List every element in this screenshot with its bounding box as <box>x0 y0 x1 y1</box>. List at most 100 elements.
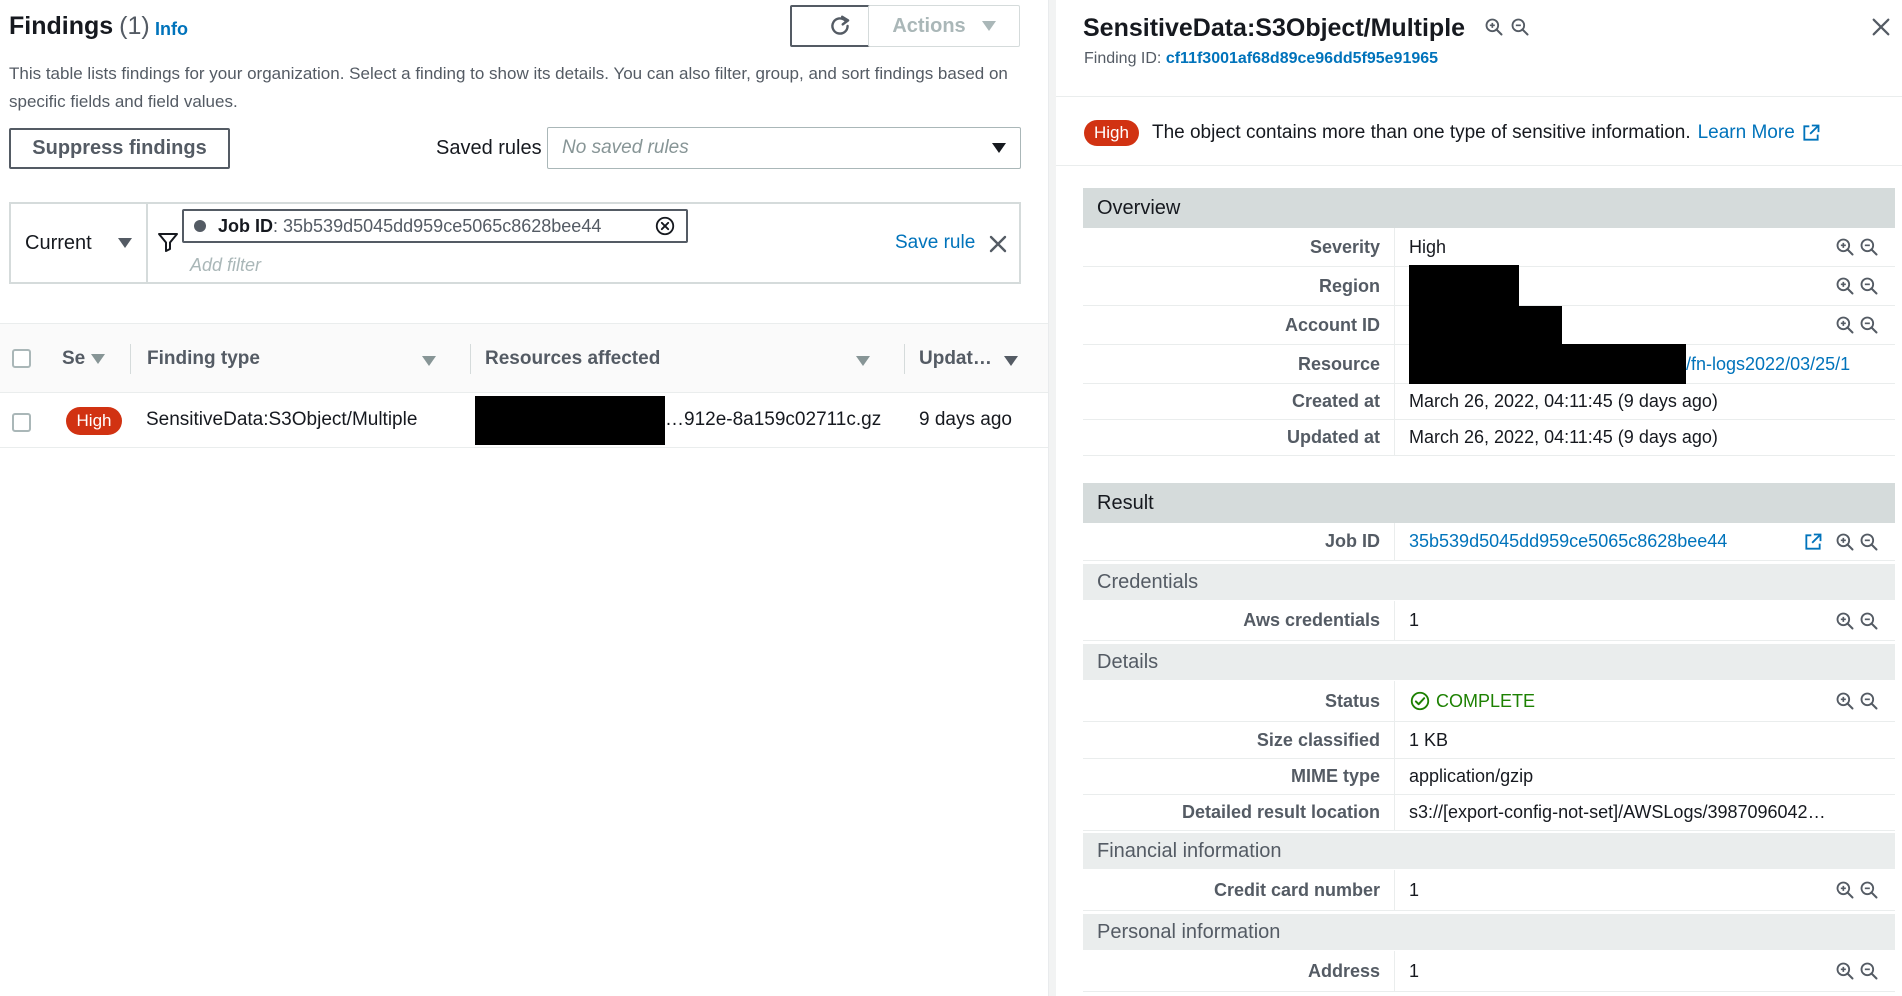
learn-more-link[interactable]: Learn More <box>1698 122 1795 144</box>
page-title: Findings (1) <box>9 12 150 41</box>
result-row-aws-credentials: Aws credentials 1 <box>1083 601 1895 641</box>
column-header-finding-type[interactable]: Finding type <box>147 348 260 370</box>
page-description: This table lists findings for your organ… <box>9 64 1008 111</box>
row-key: Created at <box>1083 384 1395 419</box>
pane-divider[interactable] <box>1048 0 1056 996</box>
column-header-resources[interactable]: Resources affected <box>485 348 660 370</box>
zoom-out-icon[interactable] <box>1859 880 1879 900</box>
info-link[interactable]: Info <box>155 19 188 40</box>
row-key: Severity <box>1083 228 1395 266</box>
resource-link[interactable]: /fn-logs2022/03/25/1 <box>1686 345 1850 383</box>
zoom-out-icon[interactable] <box>1859 532 1879 552</box>
row-value: High <box>1409 236 1447 257</box>
save-rule-link[interactable]: Save rule <box>895 232 975 254</box>
severity-summary: High The object contains more than one t… <box>1084 119 1821 147</box>
zoom-out-icon[interactable] <box>1859 961 1879 981</box>
saved-rules-label: Saved rules <box>436 137 542 159</box>
finding-id-label: Finding ID: <box>1084 50 1162 67</box>
filter-token-job-id[interactable]: Job ID : 35b539d5045dd959ce5065c8628bee4… <box>182 209 688 243</box>
financial-section-header: Financial information <box>1083 833 1895 869</box>
zoom-in-icon[interactable] <box>1484 17 1504 37</box>
suppress-findings-button[interactable]: Suppress findings <box>9 128 230 169</box>
credentials-section-header: Credentials <box>1083 564 1895 600</box>
zoom-out-icon[interactable] <box>1859 237 1879 257</box>
zoom-in-icon[interactable] <box>1835 691 1855 711</box>
actions-dropdown[interactable]: Actions <box>868 5 1020 47</box>
zoom-in-icon[interactable] <box>1835 532 1855 552</box>
column-header-severity-label: Se <box>62 348 86 369</box>
zoom-in-icon[interactable] <box>1835 961 1855 981</box>
row-key: Region <box>1083 267 1395 305</box>
zoom-in-icon[interactable] <box>1835 237 1855 257</box>
column-divider <box>904 344 905 374</box>
row-key: Credit card number <box>1083 870 1395 910</box>
add-filter-input[interactable]: Add filter <box>190 255 261 276</box>
row-value: 1 <box>1409 960 1420 981</box>
details-section-header: Details <box>1083 644 1895 680</box>
row-value: 1 <box>1409 879 1420 900</box>
column-divider <box>470 344 471 374</box>
row-value: March 26, 2022, 04:11:45 (9 days ago) <box>1409 427 1718 447</box>
row-key: Status <box>1083 681 1395 721</box>
zoom-controls <box>1835 315 1879 335</box>
caret-down-icon <box>992 143 1006 153</box>
table-row[interactable]: High SensitiveData:S3Object/Multiple …91… <box>0 393 1048 448</box>
token-dot <box>194 220 206 232</box>
overview-row-created-at: Created at March 26, 2022, 04:11:45 (9 d… <box>1083 384 1895 420</box>
detailed-result-location-text: s3://[export-config-not-set]/AWSLogs/398… <box>1409 802 1826 822</box>
caret-down-icon <box>118 238 132 248</box>
sort-icon[interactable] <box>1004 356 1018 366</box>
row-value: application/gzip <box>1409 766 1534 786</box>
zoom-in-icon[interactable] <box>1835 611 1855 631</box>
sort-icon <box>90 353 105 364</box>
zoom-out-icon[interactable] <box>1859 315 1879 335</box>
row-checkbox[interactable] <box>12 413 31 432</box>
result-row-status: Status COMPLETE <box>1083 681 1895 722</box>
zoom-controls <box>1835 961 1879 981</box>
zoom-out-icon[interactable] <box>1859 276 1879 296</box>
filter-scope-label: Current <box>25 231 92 254</box>
row-key: MIME type <box>1083 759 1395 794</box>
updated-cell: 9 days ago <box>919 409 1012 430</box>
token-value: : 35b539d5045dd959ce5065c8628bee44 <box>273 215 602 236</box>
zoom-out-icon[interactable] <box>1859 691 1879 711</box>
sort-icon[interactable] <box>856 356 870 366</box>
select-all-checkbox[interactable] <box>12 349 31 368</box>
result-row-detailed-result-location: Detailed result location s3://[export-co… <box>1083 795 1895 831</box>
zoom-in-icon[interactable] <box>1835 880 1855 900</box>
overview-row-severity: Severity High <box>1083 228 1895 267</box>
zoom-in-icon[interactable] <box>1835 315 1855 335</box>
zoom-controls <box>1835 691 1879 711</box>
zoom-out-icon[interactable] <box>1510 17 1530 37</box>
saved-rules-select[interactable]: No saved rules <box>547 127 1021 169</box>
row-value: 1 <box>1409 610 1420 630</box>
overview-row-resource: Resource /fn-logs2022/03/25/1 <box>1083 344 1895 384</box>
zoom-controls <box>1835 276 1879 296</box>
job-id-link[interactable]: 35b539d5045dd959ce5065c8628bee44 <box>1409 523 1727 560</box>
column-header-updated[interactable]: Updat… <box>919 348 992 370</box>
close-icon[interactable] <box>986 232 1010 256</box>
zoom-out-icon[interactable] <box>1859 611 1879 631</box>
finding-title: SensitiveData:S3Object/Multiple <box>1083 14 1466 42</box>
remove-token-icon[interactable] <box>654 215 676 237</box>
finding-id: Finding ID: cf11f3001af68d89ce96dd5f95e9… <box>1084 50 1438 68</box>
finding-type-cell[interactable]: SensitiveData:S3Object/Multiple <box>146 409 417 431</box>
close-icon[interactable] <box>1870 16 1892 38</box>
external-link-icon[interactable] <box>1801 123 1821 143</box>
divider <box>1056 96 1902 97</box>
zoom-controls <box>1835 880 1879 900</box>
resource-cell: …912e-8a159c02711c.gz <box>665 409 882 430</box>
filter-input-area[interactable]: Job ID : 35b539d5045dd959ce5065c8628bee4… <box>148 204 1019 282</box>
sort-icon[interactable] <box>422 356 436 366</box>
filter-scope-select[interactable]: Current <box>11 204 148 282</box>
row-key: Job ID <box>1083 523 1395 560</box>
redacted-value <box>1409 306 1562 345</box>
finding-id-value[interactable]: cf11f3001af68d89ce96dd5f95e91965 <box>1166 50 1438 67</box>
column-header-severity[interactable]: Se <box>62 348 105 370</box>
external-link-icon[interactable] <box>1803 532 1823 552</box>
zoom-in-icon[interactable] <box>1835 276 1855 296</box>
row-key: Address <box>1083 951 1395 991</box>
overview-row-updated-at: Updated at March 26, 2022, 04:11:45 (9 d… <box>1083 420 1895 456</box>
result-row-credit-card-number: Credit card number 1 <box>1083 870 1895 911</box>
redacted-value <box>1409 265 1519 306</box>
